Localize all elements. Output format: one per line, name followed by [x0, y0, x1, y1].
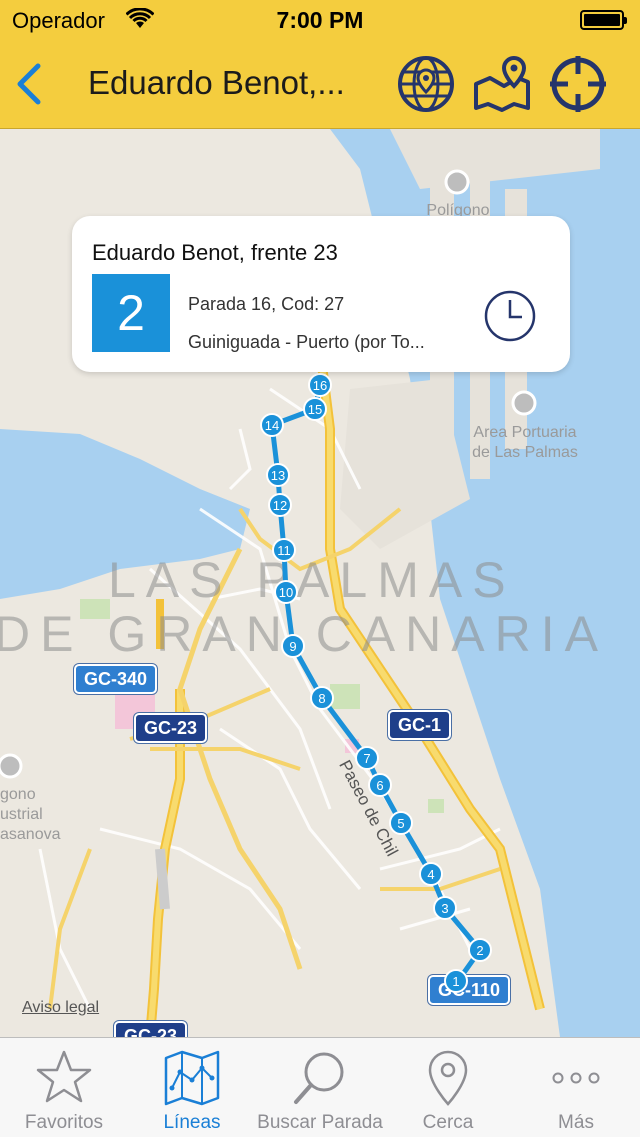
map-pin-icon[interactable]: [472, 54, 532, 114]
route-stop-label: 11: [277, 543, 291, 558]
route-stops[interactable]: 12345678910111213141516: [260, 373, 492, 993]
route-stop-3[interactable]: 3: [433, 896, 457, 920]
route-map-icon: [164, 1050, 220, 1106]
route-stop-label: 9: [289, 639, 296, 654]
route-stop-16[interactable]: 16: [308, 373, 332, 397]
status-time: 7:00 PM: [276, 7, 364, 33]
tab-bar: Favoritos Líneas Buscar Parada Cerca Más: [0, 1037, 640, 1137]
search-icon: [294, 1052, 344, 1104]
tab-cerca[interactable]: Cerca: [384, 1038, 512, 1137]
tab-buscar-parada[interactable]: Buscar Parada: [256, 1038, 384, 1137]
route-stop-label: 16: [313, 378, 327, 393]
tab-mas[interactable]: Más: [512, 1038, 640, 1137]
route-stop-10[interactable]: 10: [274, 580, 298, 604]
route-stop-12[interactable]: 12: [268, 493, 292, 517]
legal-link[interactable]: Aviso legal: [22, 999, 99, 1017]
callout-route: Guiniguada - Puerto (por To...: [188, 332, 425, 352]
route-stop-9[interactable]: 9: [281, 634, 305, 658]
tab-label: Más: [558, 1112, 594, 1133]
route-stop-label: 1: [452, 974, 459, 989]
location-pin-icon: [428, 1050, 468, 1106]
route-stop-5[interactable]: 5: [389, 811, 413, 835]
route-stop-label: 13: [271, 468, 285, 483]
route-stop-label: 2: [476, 943, 483, 958]
route-stop-label: 3: [441, 901, 448, 916]
route-stop-label: 5: [397, 816, 404, 831]
callout-stop-info: Parada 16, Cod: 27: [188, 294, 345, 314]
route-stop-label: 4: [427, 867, 434, 882]
route-stop-label: 10: [279, 585, 293, 600]
route-stop-label: 8: [318, 691, 325, 706]
tab-favoritos[interactable]: Favoritos: [0, 1038, 128, 1137]
route-stop-label: 14: [265, 418, 279, 433]
battery-icon: [580, 10, 627, 30]
route-stop-label: 12: [273, 498, 287, 513]
route-stop-1[interactable]: 1: [444, 969, 468, 993]
line-number-badge: 2: [92, 274, 170, 352]
tab-label: Cerca: [422, 1112, 474, 1133]
globe-pin-icon[interactable]: [396, 54, 456, 114]
route-stop-2[interactable]: 2: [468, 938, 492, 962]
route-stop-4[interactable]: 4: [419, 862, 443, 886]
navigation-bar: Eduardo Benot,...: [0, 40, 640, 129]
tab-label: Buscar Parada: [257, 1112, 383, 1133]
stop-callout[interactable]: Eduardo Benot, frente 23 2 Parada 16, Co…: [72, 216, 570, 372]
clock-icon[interactable]: [484, 290, 536, 342]
more-icon: [552, 1072, 600, 1084]
route-stop-label: 15: [308, 402, 322, 417]
route-stop-8[interactable]: 8: [310, 686, 334, 710]
callout-stop-name: Eduardo Benot, frente 23: [92, 240, 338, 265]
status-bar: Operador 7:00 PM: [0, 0, 640, 40]
tab-lineas[interactable]: Líneas: [128, 1038, 256, 1137]
route-stop-6[interactable]: 6: [368, 773, 392, 797]
route-stop-13[interactable]: 13: [266, 463, 290, 487]
back-chevron-icon[interactable]: [10, 60, 50, 108]
tab-label: Líneas: [163, 1112, 221, 1133]
route-stop-label: 6: [376, 778, 383, 793]
route-stop-14[interactable]: 14: [260, 413, 284, 437]
crosshair-icon[interactable]: [548, 54, 608, 114]
route-stop-label: 7: [363, 751, 370, 766]
route-stop-11[interactable]: 11: [272, 538, 296, 562]
tab-label: Favoritos: [24, 1112, 104, 1133]
route-stop-7[interactable]: 7: [355, 746, 379, 770]
star-icon: [36, 1050, 92, 1103]
route-stop-15[interactable]: 15: [303, 397, 327, 421]
page-title: Eduardo Benot,...: [88, 64, 345, 101]
